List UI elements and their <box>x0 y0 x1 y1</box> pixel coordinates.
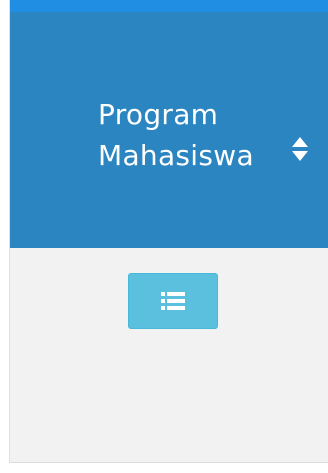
table-column: Program Mahasiswa <box>9 0 328 463</box>
sort-icon[interactable] <box>290 135 310 163</box>
page: Program Mahasiswa <box>0 0 328 473</box>
column-header-label: Program Mahasiswa <box>98 98 254 172</box>
top-accent-strip <box>10 0 328 12</box>
table-cell <box>10 248 328 462</box>
list-icon <box>161 292 185 310</box>
view-list-button[interactable] <box>128 273 218 329</box>
column-header-program-mahasiswa[interactable]: Program Mahasiswa <box>10 12 328 248</box>
